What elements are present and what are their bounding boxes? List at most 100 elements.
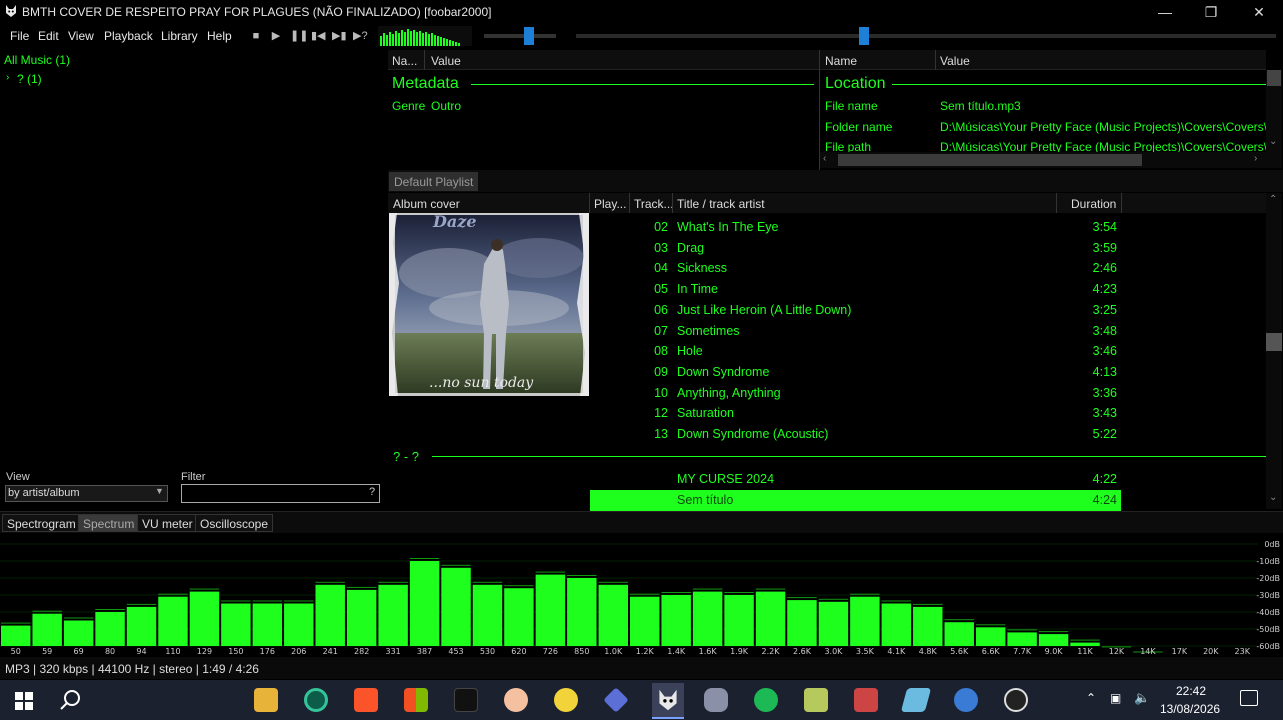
pig-app-icon[interactable] xyxy=(504,688,528,712)
chevron-down-icon[interactable]: ▼ xyxy=(155,486,164,496)
filter-help-icon[interactable]: ? xyxy=(369,486,375,498)
column-divider[interactable] xyxy=(672,193,673,213)
tree-item-unknown[interactable]: ? (1) xyxy=(17,72,42,86)
play-icon[interactable]: ▶ xyxy=(269,29,283,43)
tab-vu-meter[interactable]: VU meter xyxy=(137,514,198,532)
menu-edit[interactable]: Edit xyxy=(38,29,59,43)
view-dropdown[interactable]: by artist/album xyxy=(5,485,168,502)
opera-gx-icon[interactable] xyxy=(304,688,328,712)
tree-item-all-music[interactable]: All Music (1) xyxy=(4,53,70,67)
table-row[interactable]: MY CURSE 2024 4:22 xyxy=(590,469,1121,490)
column-divider[interactable] xyxy=(424,50,425,70)
file-explorer-icon[interactable] xyxy=(254,688,278,712)
bee-app-icon[interactable] xyxy=(554,688,578,712)
tab-default-playlist[interactable]: Default Playlist xyxy=(389,172,479,191)
seek-bar[interactable] xyxy=(576,34,1276,38)
table-row[interactable]: 13 Down Syndrome (Acoustic) 5:22 xyxy=(590,424,1121,445)
search-icon[interactable] xyxy=(60,689,82,711)
scroll-left-icon[interactable]: ‹ xyxy=(823,153,826,164)
spectrum-bar xyxy=(975,627,1006,646)
gamepad-icon[interactable] xyxy=(704,688,728,712)
freq-label: 129 xyxy=(197,647,212,656)
pause-icon[interactable]: ❚❚ xyxy=(290,29,308,43)
foobar2000-taskbar-icon[interactable] xyxy=(656,688,680,712)
scroll-right-icon[interactable]: › xyxy=(1254,153,1257,164)
scroll-down-icon[interactable]: ⌄ xyxy=(1269,136,1277,147)
wallpaper-app-icon[interactable] xyxy=(854,688,878,712)
restore-icon[interactable]: ❐ xyxy=(1188,0,1234,24)
archive-app-icon[interactable] xyxy=(804,688,828,712)
column-name[interactable]: Na... xyxy=(392,54,417,68)
table-row[interactable]: 08 Hole 3:46 xyxy=(590,341,1121,362)
audio-app-icon[interactable] xyxy=(454,688,478,712)
column-title-artist[interactable]: Title / track artist xyxy=(677,197,765,211)
playlist-vertical-scrollbar[interactable] xyxy=(1266,193,1282,509)
filter-input[interactable] xyxy=(181,484,380,503)
column-track-number[interactable]: Track... xyxy=(634,197,674,211)
notification-icon[interactable] xyxy=(1240,690,1258,706)
clock-time[interactable]: 22:42 xyxy=(1176,684,1206,698)
minimize-icon[interactable]: — xyxy=(1142,0,1188,24)
menu-help[interactable]: Help xyxy=(207,29,232,43)
next-icon[interactable]: ▶▮ xyxy=(332,29,347,43)
column-name[interactable]: Name xyxy=(825,54,857,68)
column-value[interactable]: Value xyxy=(431,54,461,68)
column-album-cover[interactable]: Album cover xyxy=(393,197,460,211)
column-value[interactable]: Value xyxy=(940,54,970,68)
chevron-up-icon[interactable]: ⌃ xyxy=(1086,691,1096,705)
scroll-up-icon[interactable]: ⌃ xyxy=(1269,194,1277,205)
tab-oscilloscope[interactable]: Oscilloscope xyxy=(195,514,274,532)
column-divider[interactable] xyxy=(935,50,936,70)
table-row[interactable]: 05 In Time 4:23 xyxy=(590,279,1121,300)
table-row[interactable]: 10 Anything, Anything 3:36 xyxy=(590,383,1121,404)
tree-expand-icon[interactable]: › xyxy=(6,72,9,83)
tab-spectrum[interactable]: Spectrum xyxy=(78,514,140,532)
column-divider[interactable] xyxy=(1121,193,1122,213)
close-icon[interactable]: ✕ xyxy=(1236,0,1282,24)
obs-studio-icon[interactable] xyxy=(1004,688,1028,712)
menu-view[interactable]: View xyxy=(68,29,94,43)
table-row[interactable]: 04 Sickness 2:46 xyxy=(590,258,1121,279)
group-divider xyxy=(432,456,1266,457)
microsoft-store-icon[interactable] xyxy=(404,688,428,712)
table-row[interactable]: 03 Drag 3:59 xyxy=(590,238,1121,259)
vertical-scrollbar-thumb[interactable] xyxy=(1267,70,1281,86)
brave-browser-icon[interactable] xyxy=(354,688,378,712)
table-row[interactable]: 12 Saturation 3:43 xyxy=(590,403,1121,424)
previous-icon[interactable]: ▮◀ xyxy=(311,29,326,43)
tab-spectrogram[interactable]: Spectrogram xyxy=(2,514,81,532)
network-icon[interactable]: ▣ xyxy=(1110,691,1121,705)
menu-library[interactable]: Library xyxy=(161,29,198,43)
playlist-scrollbar-thumb[interactable] xyxy=(1266,333,1282,351)
column-divider[interactable] xyxy=(1056,193,1057,213)
seek-bar-handle[interactable] xyxy=(859,27,869,45)
horizontal-scrollbar-thumb[interactable] xyxy=(838,154,1142,166)
menu-file[interactable]: File xyxy=(10,29,29,43)
qbittorrent-icon[interactable] xyxy=(954,688,978,712)
table-row[interactable]: 07 Sometimes 3:48 xyxy=(590,321,1121,342)
column-play-count[interactable]: Play... xyxy=(594,197,626,211)
column-duration[interactable]: Duration xyxy=(1071,197,1116,211)
table-row[interactable]: 02 What's In The Eye 3:54 xyxy=(590,217,1121,238)
stop-icon[interactable]: ■ xyxy=(249,29,263,43)
spectrum-bar xyxy=(724,595,754,646)
random-icon[interactable]: ▶? xyxy=(353,29,368,43)
column-divider[interactable] xyxy=(629,193,630,213)
windows-start-icon[interactable] xyxy=(15,692,33,710)
volume-slider-handle[interactable] xyxy=(524,27,534,45)
album-art-band-text: Daze xyxy=(432,213,477,231)
volume-icon[interactable]: 🔈 xyxy=(1134,690,1150,706)
utorrent-icon[interactable] xyxy=(754,688,778,712)
spectrum-bar xyxy=(252,603,283,646)
scroll-down-icon[interactable]: ⌄ xyxy=(1269,492,1277,503)
table-row[interactable]: Sem título 4:24 xyxy=(590,489,1121,511)
table-row[interactable]: 09 Down Syndrome 4:13 xyxy=(590,362,1121,383)
column-divider[interactable] xyxy=(589,193,590,213)
album-cover-image[interactable]: Daze ...no sun today xyxy=(389,213,589,396)
clock-date[interactable]: 13/08/2026 xyxy=(1160,702,1220,716)
volume-slider[interactable] xyxy=(484,34,556,38)
freq-label: 150 xyxy=(228,647,243,656)
filter-label: Filter xyxy=(181,471,206,483)
table-row[interactable]: 06 Just Like Heroin (A Little Down) 3:25 xyxy=(590,300,1121,321)
menu-playback[interactable]: Playback xyxy=(104,29,153,43)
